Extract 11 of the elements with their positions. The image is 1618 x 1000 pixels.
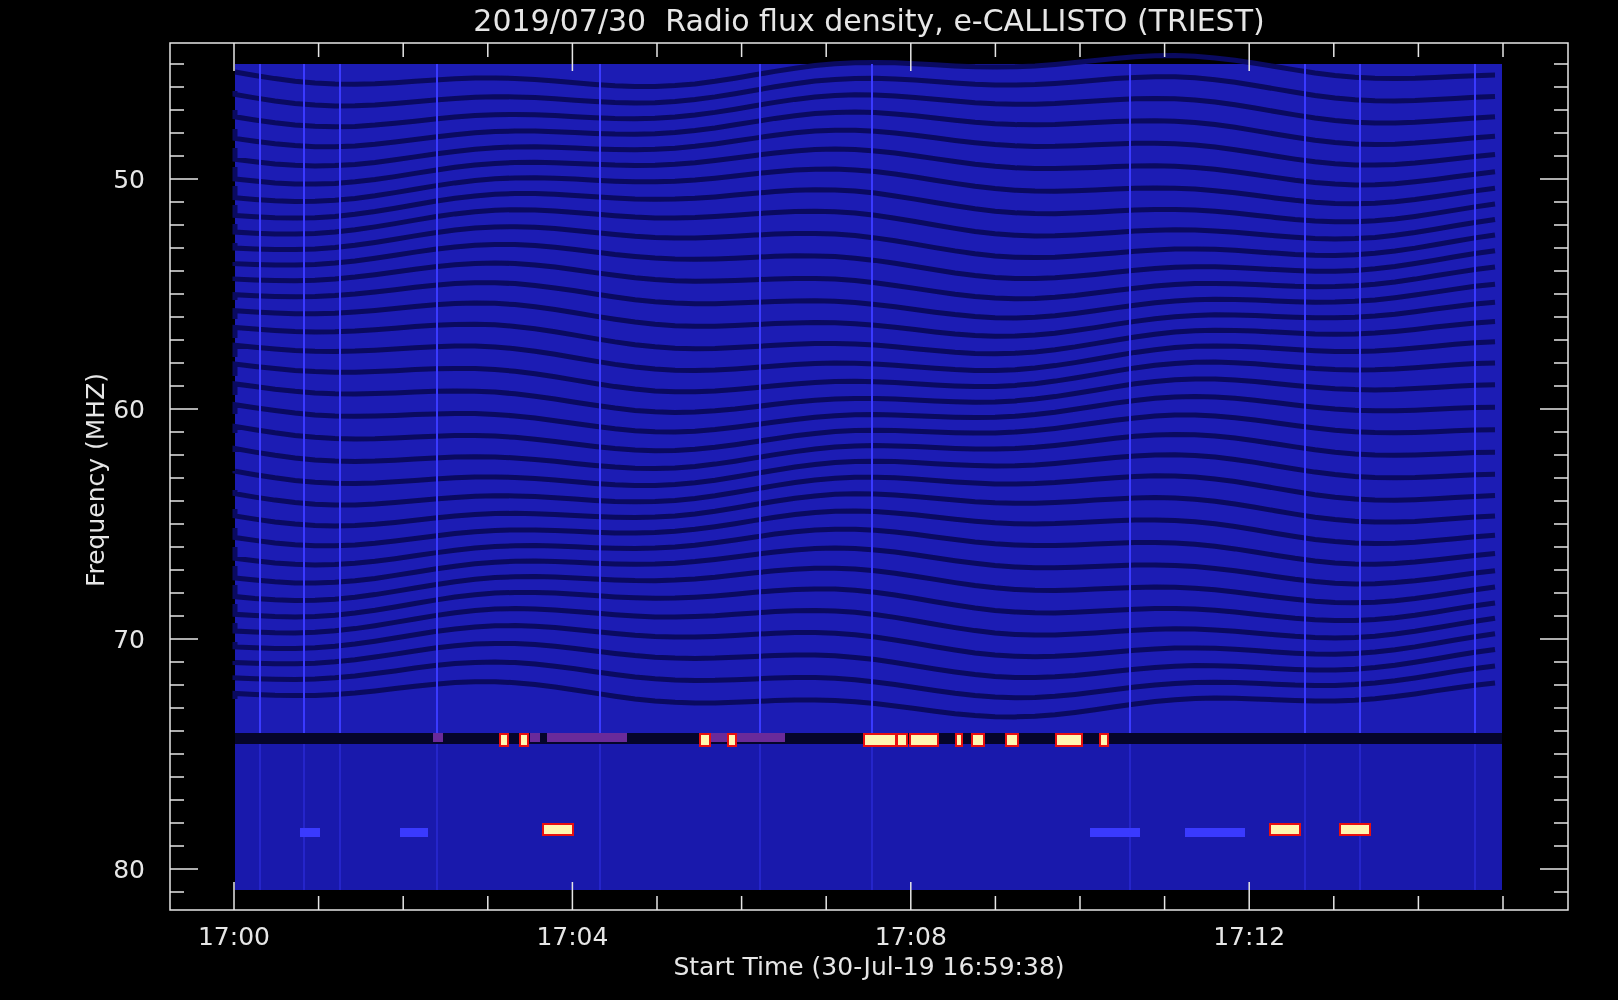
tick-label: 17:12 — [1213, 922, 1286, 951]
axis-label: Start Time (30-Jul-19 16:59:38) — [673, 952, 1065, 981]
axis-label: Frequency (MHZ) — [81, 372, 110, 588]
tick-label: 70 — [113, 625, 145, 654]
tick-label: 50 — [113, 165, 145, 194]
tick-label: 17:00 — [198, 922, 270, 951]
chart-title: 2019/07/30 Radio flux density, e-CALLISTO (TRIEST) — [473, 3, 1265, 38]
tick-label: 80 — [113, 855, 145, 884]
tick-label: 17:08 — [874, 922, 947, 951]
tick-label: 60 — [113, 395, 145, 424]
tick-label: 17:04 — [536, 922, 609, 951]
